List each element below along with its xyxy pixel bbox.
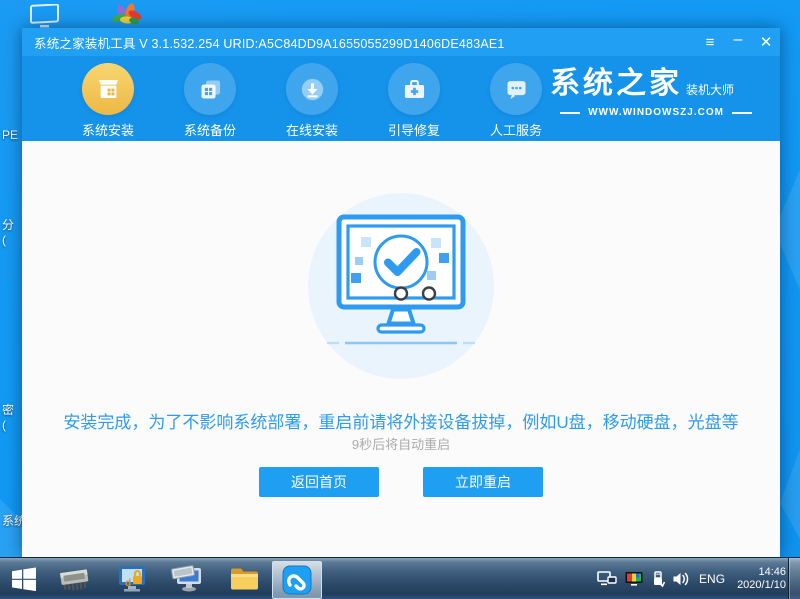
back-home-button[interactable]: 返回首页 [259, 467, 379, 497]
clock-date: 2020/1/10 [737, 578, 786, 591]
nav-label: 在线安装 [285, 123, 338, 138]
restart-countdown: 9秒后将自动重启 [351, 437, 451, 452]
taskbar-remote-desktop-icon[interactable] [160, 558, 216, 599]
svg-text:d: d [125, 578, 131, 589]
main-content: 安装完成，为了不影响系统部署，重启前请将外接设备拔掉，例如U盘，移动硬盘，光盘等… [22, 141, 780, 557]
taskbar-memory-tool-icon[interactable] [48, 558, 104, 599]
volume-icon[interactable] [672, 571, 690, 587]
backup-icon [184, 63, 236, 115]
download-icon [286, 63, 338, 115]
nav-label: 系统备份 [183, 123, 236, 138]
restart-now-button[interactable]: 立即重启 [423, 467, 543, 497]
taskbar-disk-tool-icon[interactable]: d [104, 558, 160, 599]
nav-human-service[interactable]: 人工服务 [470, 56, 562, 139]
app-window: 系统之家装机工具 V 3.1.532.254 URID:A5C84DD9A165… [22, 28, 780, 557]
toolbox-icon [388, 63, 440, 115]
completion-message: 安装完成，为了不影响系统部署，重启前请将外接设备拔掉，例如U盘，移动硬盘，光盘等 [63, 413, 739, 432]
network-icon[interactable] [597, 570, 617, 587]
nav-label: 人工服务 [489, 123, 542, 138]
brand-url: WWW.WINDOWSZJ.COM [588, 107, 724, 118]
clock-time: 14:46 [758, 565, 786, 578]
chat-icon [490, 63, 542, 115]
show-desktop-button[interactable] [788, 558, 800, 599]
window-title: 系统之家装机工具 V 3.1.532.254 URID:A5C84DD9A165… [34, 36, 505, 51]
taskbar-file-explorer-icon[interactable] [216, 558, 272, 599]
brand-subtitle: 装机大师 [686, 83, 735, 97]
start-button[interactable] [0, 558, 48, 599]
nav-system-backup[interactable]: 系统备份 [164, 56, 256, 139]
package-icon [82, 63, 134, 115]
taskbar: d ENG 14:46 2020/1/10 [0, 557, 800, 599]
title-bar[interactable]: 系统之家装机工具 V 3.1.532.254 URID:A5C84DD9A165… [22, 28, 780, 56]
menu-icon[interactable]: ≡ [696, 28, 724, 56]
nav-label: 引导修复 [387, 123, 440, 138]
app-logo-icon [282, 565, 312, 594]
clock[interactable]: 14:46 2020/1/10 [737, 566, 786, 592]
desktop-pattern [780, 449, 800, 539]
brand-title: 系统之家 [550, 67, 682, 100]
dash-divider [731, 111, 752, 114]
nav-bar: 系统安装 系统备份 在线安装 引导修复 人工服务 系统之家 装机大师 WWW.W… [22, 56, 780, 141]
desktop-icon-label-partial[interactable]: 分 ( [2, 218, 14, 248]
desktop-icon-label-partial[interactable]: PE [2, 128, 18, 143]
dash-divider [560, 111, 581, 114]
nav-online-install[interactable]: 在线安装 [266, 56, 358, 139]
nav-label: 系统安装 [81, 123, 134, 138]
taskbar-active-app-button[interactable] [272, 560, 322, 599]
screen: PE 分 ( 密 ( 系统 系统之家装机工具 V 3.1.532.254 URI… [0, 0, 800, 599]
action-buttons: 返回首页 立即重启 [22, 467, 780, 497]
nav-boot-repair[interactable]: 引导修复 [368, 56, 460, 139]
minimize-icon[interactable]: – [724, 28, 752, 56]
desktop-icon-label-partial[interactable]: 密 ( [2, 403, 14, 433]
display-settings-icon[interactable] [624, 571, 644, 587]
usb-device-icon[interactable] [651, 570, 666, 588]
window-controls: ≡ – ✕ [696, 28, 780, 56]
system-tray: ENG 14:46 2020/1/10 [597, 558, 786, 599]
language-indicator[interactable]: ENG [699, 572, 725, 586]
brand-logo: 系统之家 装机大师 WWW.WINDOWSZJ.COM [550, 67, 762, 118]
success-monitor-illustration [308, 193, 494, 379]
nav-system-install[interactable]: 系统安装 [62, 56, 154, 139]
close-icon[interactable]: ✕ [752, 28, 780, 56]
windows-logo-icon [12, 567, 36, 591]
